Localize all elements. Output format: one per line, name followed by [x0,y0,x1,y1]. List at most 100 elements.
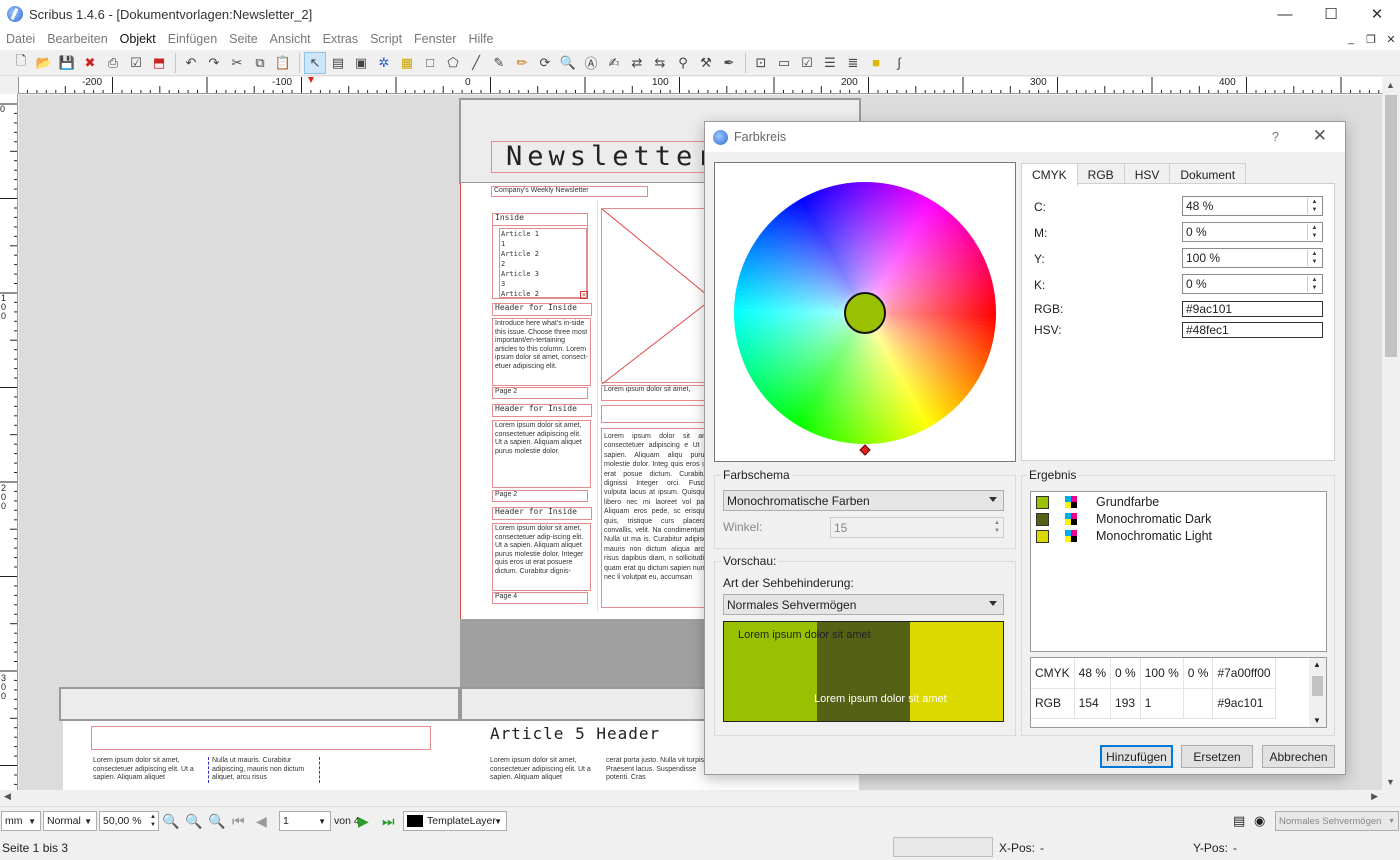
pdf-combobox-icon[interactable]: ☰ [819,52,841,74]
polygon-icon[interactable]: ⬠ [442,52,464,74]
result-color-list[interactable]: Grundfarbe Monochromatic Dark Monochroma… [1030,491,1327,652]
text-frame-icon[interactable]: ▤ [327,52,349,74]
next-page-icon[interactable]: ▶ [358,811,369,831]
bottom-col-3[interactable]: Lorem ipsum dolor sit amet, consectetuer… [490,757,602,783]
image-caption[interactable]: Lorem ipsum dolor sit amet, [601,385,711,401]
bottom-col-4[interactable]: cerat porta justo. Nulla vit turpis. Pra… [606,757,706,783]
mdi-close-icon[interactable]: ✕ [1382,30,1400,48]
page-3[interactable]: Lorem ipsum dolor sit amet, consectetuer… [63,721,461,790]
scrollbar-thumb[interactable] [1385,95,1397,357]
inside-header-3[interactable]: Header for Inside [492,507,592,520]
new-document-icon[interactable]: 🗋 [10,52,32,74]
spin-down-icon[interactable]: ▼ [1308,258,1321,266]
zoom-in-icon[interactable]: 🔍 [208,811,225,831]
inside-header-1[interactable]: Header for Inside [492,303,592,316]
previous-page-icon[interactable]: ◀ [256,811,267,831]
hue-handle-icon[interactable] [859,444,871,456]
list-item[interactable]: Grundfarbe [1036,495,1159,509]
export-pdf-icon[interactable]: ⬒ [148,52,170,74]
intro-text-frame[interactable]: Introduce here what's in-side this issue… [492,318,591,386]
add-button[interactable]: Hinzufügen [1100,745,1173,768]
paste-icon[interactable]: 📋 [272,52,294,74]
cancel-button[interactable]: Abbrechen [1262,745,1335,768]
preview-toggle-icon[interactable]: ▤ [1233,811,1245,831]
vertical-ruler[interactable]: 0 100 200 300 [0,94,18,790]
minimize-button[interactable]: — [1262,0,1308,28]
table-scrollbar[interactable]: ▲ ▼ [1309,658,1326,727]
close-document-icon[interactable]: ✖ [79,52,101,74]
redo-icon[interactable]: ↷ [203,52,225,74]
copy-icon[interactable]: ⧉ [249,52,271,74]
inside-header-2[interactable]: Header for Inside [492,404,592,417]
scroll-right-icon[interactable]: ▶ [1371,791,1378,802]
angle-spinbox[interactable]: 15 ▲ ▼ [830,517,1004,538]
subtitle-frame[interactable]: Company's Weekly Newsletter [491,186,648,197]
select-tool-icon[interactable]: ↖ [304,51,326,74]
spin-up-icon[interactable]: ▲ [1308,198,1321,206]
hsv-hex-field[interactable]: #48fec1 [1182,322,1323,338]
menu-datei[interactable]: Datei [0,32,41,46]
lorem-frame-1[interactable]: Lorem ipsum dolor sit amet, consectetuer… [492,420,591,488]
open-icon[interactable]: 📂 [33,52,55,74]
zoom-out-icon[interactable]: 🔍 [162,811,179,831]
zoom-100-icon[interactable]: 🔍 [185,811,202,831]
render-frame-icon[interactable]: ✲ [373,52,395,74]
scroll-down-icon[interactable]: ▼ [1313,716,1321,725]
preview-mode-select[interactable]: Normal ▼ [43,811,97,831]
preflight-icon[interactable]: ☑ [125,52,147,74]
spin-down-icon[interactable]: ▼ [1308,284,1321,292]
page-ref-2[interactable]: Page 2 [492,387,588,399]
print-icon[interactable]: ⎙ [102,52,124,74]
edit-text-icon[interactable]: Ⓐ [580,52,602,74]
rotate-icon[interactable]: ⟳ [534,52,556,74]
pdf-annotation-icon[interactable]: ■ [865,52,887,74]
menu-script[interactable]: Script [364,32,408,46]
vision-type-select[interactable]: Normales Sehvermögen [723,594,1004,615]
undo-icon[interactable]: ↶ [180,52,202,74]
mdi-restore-icon[interactable]: ❐ [1362,30,1380,48]
pdf-textfield-icon[interactable]: ▭ [773,52,795,74]
menu-ansicht[interactable]: Ansicht [264,32,317,46]
scroll-up-icon[interactable]: ▲ [1386,80,1395,90]
y-spinbox[interactable]: 100 % ▲ ▼ [1182,248,1323,268]
spin-up-icon[interactable]: ▲ [1308,276,1321,284]
spin-down-icon[interactable]: ▼ [1308,206,1321,214]
unlink-frames-icon[interactable]: ⇆ [649,52,671,74]
color-wheel-area[interactable] [714,162,1016,462]
bottom-col-2[interactable]: Nulla ut mauris. Curabitur adipiscing, m… [208,757,320,783]
inside-box[interactable]: Inside Article 1 1 Article 2 2 Article 3… [492,213,588,299]
close-button[interactable]: ✕ [1354,0,1400,28]
table-icon[interactable]: ▦ [396,52,418,74]
eyedropper-icon[interactable]: ✒ [718,52,740,74]
pdf-link-icon[interactable]: ∫ [888,52,910,74]
menu-bearbeiten[interactable]: Bearbeiten [41,32,113,46]
scroll-down-icon[interactable]: ▼ [1386,777,1395,787]
mdi-minimize-icon[interactable]: _ [1342,30,1360,48]
page-ref-4[interactable]: Page 4 [492,592,588,604]
menu-einfuegen[interactable]: Einfügen [162,32,223,46]
list-item[interactable]: Monochromatic Dark [1036,512,1211,526]
first-page-icon[interactable]: ⏮ [232,811,245,831]
lorem-frame-2[interactable]: Lorem ipsum dolor sit amet, consectetuer… [492,523,591,591]
line-icon[interactable]: ╱ [465,52,487,74]
spin-up-icon[interactable]: ▲ [1308,224,1321,232]
freehand-icon[interactable]: ✏ [511,52,533,74]
menu-extras[interactable]: Extras [317,32,364,46]
image-frame-icon[interactable]: ▣ [350,52,372,74]
menu-hilfe[interactable]: Hilfe [462,32,499,46]
bottom-col-1[interactable]: Lorem ipsum dolor sit amet, consectetuer… [93,757,199,783]
spin-up-icon[interactable]: ▲ [1308,250,1321,258]
horizontal-ruler[interactable]: -200 -100 0 100 200 300 400 [18,77,1382,94]
story-editor-icon[interactable]: ✍ [603,52,625,74]
header-frame-p3[interactable] [91,726,431,750]
menu-fenster[interactable]: Fenster [408,32,462,46]
scroll-up-icon[interactable]: ▲ [1313,660,1321,669]
zoom-field[interactable]: 50,00 % ▲ ▼ [99,811,159,831]
page-number-select[interactable]: 1 ▼ [279,811,331,831]
link-frames-icon[interactable]: ⇄ [626,52,648,74]
scroll-left-icon[interactable]: ◀ [4,791,11,802]
main-article-text[interactable]: Lorem ipsum dolor sit am consectetuer ad… [601,428,711,608]
copy-properties-icon[interactable]: ⚒ [695,52,717,74]
dialog-close-icon[interactable]: ✕ [1313,126,1327,146]
vision-select[interactable]: Normales Sehvermögen ▼ [1275,811,1399,831]
